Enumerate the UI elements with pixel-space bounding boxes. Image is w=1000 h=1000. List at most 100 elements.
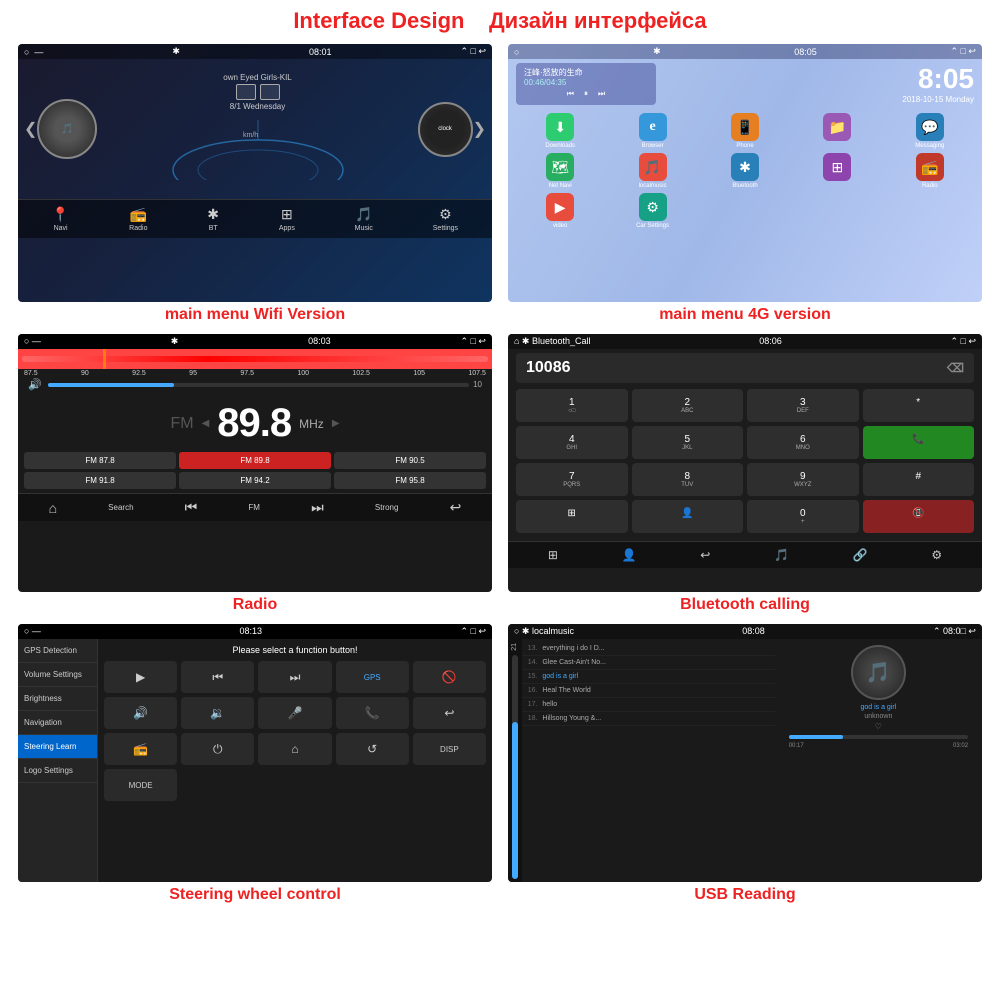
key-hash[interactable]: # (863, 463, 975, 496)
key-call[interactable]: 📞 (863, 426, 975, 459)
next-btn-1[interactable]: ❯ (473, 119, 486, 139)
app-browser[interactable]: e Browser (608, 113, 696, 149)
key-9[interactable]: 9WXYZ (747, 463, 859, 496)
app-icon-browser: e (639, 113, 667, 141)
home-btn-radio[interactable]: ⌂ (49, 500, 57, 516)
key-0[interactable]: 0+ (747, 500, 859, 533)
pl-item-16[interactable]: 16. Heal The World (522, 684, 775, 698)
app-localmusic[interactable]: 🎵 localmusic (608, 153, 696, 189)
vol-fill (512, 722, 518, 879)
sidebar-logo[interactable]: Logo Settings (18, 759, 97, 783)
preset-5[interactable]: FM 94.2 (179, 472, 331, 489)
bt-icon-5: 🔗 (853, 548, 868, 562)
steer-mic-btn[interactable]: 🎤 (258, 697, 331, 729)
steer-home-btn[interactable]: ⌂ (258, 733, 331, 765)
steer-call-btn[interactable]: 📞 (336, 697, 409, 729)
steer-next-btn[interactable]: ⏭ (258, 661, 331, 693)
app-phone[interactable]: 📱 Phone (701, 113, 789, 149)
key-5[interactable]: 5JKL (632, 426, 744, 459)
search-btn-radio[interactable]: Search (108, 503, 133, 512)
apps-icon: ⊞ (281, 206, 293, 223)
steer-radio-btn[interactable]: 📻 (104, 733, 177, 765)
steer-voldown-btn[interactable]: 🔉 (181, 697, 254, 729)
sidebar-volume[interactable]: Volume Settings (18, 663, 97, 687)
key-6[interactable]: 6MNO (747, 426, 859, 459)
steer-disp-btn[interactable]: DISP (413, 733, 486, 765)
key-7[interactable]: 7PQRS (516, 463, 628, 496)
next-freq-btn[interactable]: ▶ (332, 418, 340, 429)
sidebar-steering[interactable]: Steering Learn (18, 735, 97, 759)
app-icon-carsettings: ⚙ (639, 193, 667, 221)
key-hangup[interactable]: 📵 (863, 500, 975, 533)
app-downloads[interactable]: ⬇ Downloads (516, 113, 604, 149)
nav-bt[interactable]: ✱ BT (207, 206, 219, 232)
app-label-carsettings: Car Settings (636, 223, 669, 229)
music-controls-2[interactable]: ⏮ ⏸ ⏭ (524, 87, 648, 101)
app-folder[interactable]: 📁 (793, 113, 881, 149)
steer-back-btn[interactable]: ↩ (413, 697, 486, 729)
preset-3[interactable]: FM 90.5 (334, 452, 486, 469)
nav-radio[interactable]: 📻 Radio (129, 206, 147, 232)
pl-item-18[interactable]: 18. Hillsong Young &... (522, 712, 775, 726)
fm-btn-radio[interactable]: FM (248, 503, 260, 512)
next-btn-radio[interactable]: ⏭ (311, 499, 324, 516)
steer-mode-btn[interactable]: MODE (104, 769, 177, 801)
track-fav[interactable]: ♡ (875, 722, 882, 731)
app-bluetooth[interactable]: ✱ Bluetooth (701, 153, 789, 189)
app-netnavi[interactable]: 🗺 Net Navi (516, 153, 604, 189)
pl-item-15[interactable]: 15. god is a girl (522, 670, 775, 684)
steer-prev-btn[interactable]: ⏮ (181, 661, 254, 693)
sidebar-gps[interactable]: GPS Detection (18, 639, 97, 663)
bt-icon-1: ⊞ (548, 548, 558, 562)
steer-power-btn[interactable]: ⏻ (181, 733, 254, 765)
app-radio[interactable]: 📻 Radio (886, 153, 974, 189)
play-btn-2[interactable]: ⏸ (584, 89, 588, 99)
key-1[interactable]: 1○□ (516, 389, 628, 422)
nav-apps[interactable]: ⊞ Apps (279, 206, 295, 232)
nav-settings[interactable]: ⚙ Settings (433, 206, 458, 232)
steer-gps-btn[interactable]: GPS (336, 661, 409, 693)
pl-item-14[interactable]: 14. Glee Cast-Ain't No... (522, 656, 775, 670)
key-2[interactable]: 2ABC (632, 389, 744, 422)
strong-btn-radio[interactable]: Strong (375, 503, 399, 512)
time-total: 03:02 (953, 743, 968, 749)
app-grid[interactable]: ⊞ (793, 153, 881, 189)
app-messaging[interactable]: 💬 Messaging (886, 113, 974, 149)
prev-btn-radio[interactable]: ⏮ (185, 499, 198, 516)
key-contact[interactable]: 👤 (632, 500, 744, 533)
preset-2[interactable]: FM 89.8 (179, 452, 331, 469)
key-4[interactable]: 4GHI (516, 426, 628, 459)
key-8[interactable]: 8TUV (632, 463, 744, 496)
bottom-nav-1[interactable]: 📍 Navi 📻 Radio ✱ BT ⊞ Apps 🎵 Music (18, 199, 492, 238)
nav-navi[interactable]: 📍 Navi (52, 206, 69, 232)
back-btn-radio[interactable]: ↩ (450, 499, 462, 516)
app-video[interactable]: ▶ video (516, 193, 604, 229)
sidebar-brightness[interactable]: Brightness (18, 687, 97, 711)
prev-btn-2[interactable]: ⏮ (567, 89, 574, 99)
key-grid[interactable]: ⊞ (516, 500, 628, 533)
playlist: 13. everything i do I D... 14. Glee Cast… (522, 639, 775, 882)
navi-icon: 📍 (52, 206, 69, 223)
prev-btn-1[interactable]: ❮ (24, 119, 37, 139)
prev-freq-btn[interactable]: ◀ (202, 418, 210, 429)
pl-item-17[interactable]: 17. hello (522, 698, 775, 712)
steer-mute-btn[interactable]: 🚫 (413, 661, 486, 693)
steer-play-btn[interactable]: ▶ (104, 661, 177, 693)
key-3[interactable]: 3DEF (747, 389, 859, 422)
next-btn-2[interactable]: ⏭ (598, 89, 605, 99)
clock-widget-2: 8:05 2018-10-15 Monday (902, 63, 974, 105)
key-star[interactable]: * (863, 389, 975, 422)
sidebar-navigation[interactable]: Navigation (18, 711, 97, 735)
preset-4[interactable]: FM 91.8 (24, 472, 176, 489)
steer-undo-btn[interactable]: ↺ (336, 733, 409, 765)
steer-volup-btn[interactable]: 🔊 (104, 697, 177, 729)
date-2: 2018-10-15 Monday (902, 95, 974, 104)
preset-1[interactable]: FM 87.8 (24, 452, 176, 469)
nav-music[interactable]: 🎵 Music (355, 206, 373, 232)
status-left-6: ○ ✱ localmusic (514, 626, 574, 637)
backspace-btn[interactable]: ⌫ (947, 361, 964, 375)
app-carsettings[interactable]: ⚙ Car Settings (608, 193, 696, 229)
pl-item-13[interactable]: 13. everything i do I D... (522, 642, 775, 656)
status-time-5: 08:13 (239, 626, 262, 637)
preset-6[interactable]: FM 95.8 (334, 472, 486, 489)
